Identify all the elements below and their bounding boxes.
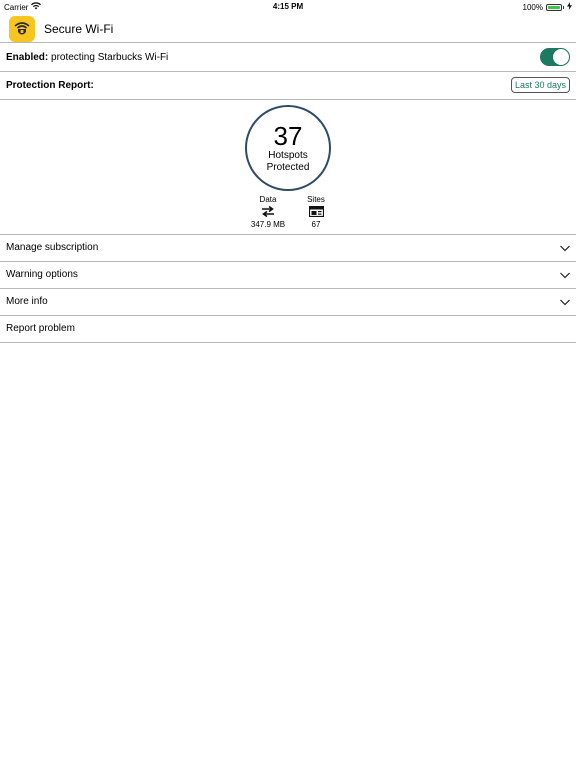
protection-toggle[interactable] — [540, 48, 570, 66]
menu-item-label: More info — [6, 296, 48, 307]
status-time: 4:15 PM — [272, 2, 304, 11]
date-range-button[interactable]: Last 30 days — [510, 77, 570, 93]
menu-item-manage-subscription[interactable]: Manage subscription — [0, 234, 576, 261]
menu-item-warning-options[interactable]: Warning options — [0, 261, 576, 288]
menu-item-label: Report problem — [6, 323, 75, 334]
menu-item-label: Manage subscription — [6, 242, 99, 253]
data-stat: Data 347.9 MB — [248, 195, 288, 229]
hotspots-label-1: Hotspots — [268, 150, 308, 161]
hotspots-count: 37 — [273, 121, 303, 151]
battery-icon — [546, 3, 562, 11]
divider — [0, 342, 576, 343]
menu-item-report-problem[interactable]: Report problem — [0, 315, 576, 342]
charging-icon — [567, 2, 572, 12]
app-logo-icon — [9, 15, 35, 42]
menu-item-more-info[interactable]: More info — [0, 288, 576, 315]
report-row: Protection Report: Last 30 days — [0, 71, 576, 99]
app-header: Secure Wi-Fi — [0, 14, 576, 43]
hotspots-circle: 37 Hotspots Protected — [245, 105, 331, 191]
battery-tip — [563, 5, 564, 9]
sites-value: 67 — [311, 220, 321, 229]
transfer-icon — [261, 205, 275, 219]
chevron-down-icon — [560, 245, 570, 251]
chevron-down-icon — [560, 299, 570, 305]
status-bar: Carrier 4:15 PM 100% — [0, 0, 576, 12]
menu-item-label: Warning options — [6, 269, 78, 280]
hotspots-label-2: Protected — [266, 162, 310, 173]
enabled-status: Enabled: protecting Starbucks Wi-Fi — [6, 52, 168, 63]
enabled-label: Enabled: — [6, 51, 49, 63]
data-value: 347.9 MB — [250, 220, 286, 229]
enabled-row: Enabled: protecting Starbucks Wi-Fi — [0, 43, 576, 71]
enabled-text: protecting Starbucks Wi-Fi — [48, 51, 169, 63]
app-title: Secure Wi-Fi — [44, 21, 114, 36]
report-title: Protection Report: — [6, 79, 94, 91]
sites-stat: Sites 67 — [300, 195, 332, 229]
sites-label: Sites — [307, 195, 325, 204]
data-label: Data — [259, 195, 277, 204]
browser-window-icon — [308, 205, 324, 219]
status-right: 100% — [523, 2, 572, 12]
chevron-down-icon — [560, 272, 570, 278]
toggle-knob — [553, 49, 569, 65]
battery-percent: 100% — [522, 2, 543, 12]
divider — [0, 99, 576, 100]
